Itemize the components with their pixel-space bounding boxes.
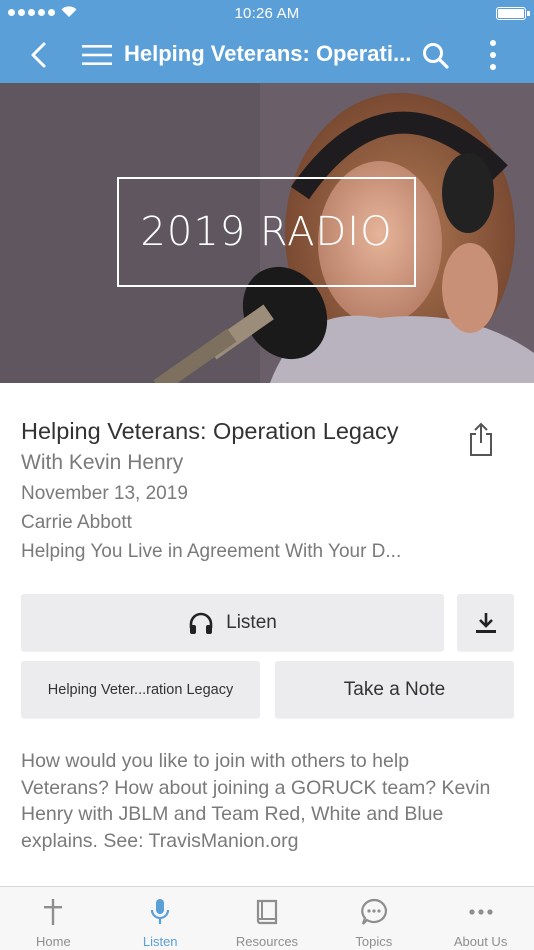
- tab-resources[interactable]: Resources: [214, 887, 321, 950]
- listen-button[interactable]: Listen: [21, 594, 444, 651]
- tab-listen-label: Listen: [142, 934, 178, 949]
- page-title: Helping Veterans: Operati...: [124, 41, 412, 66]
- download-button[interactable]: [457, 594, 514, 651]
- tab-about-us-label: About Us: [453, 934, 508, 949]
- search-icon[interactable]: [420, 40, 452, 70]
- listen-label: Listen: [226, 611, 277, 633]
- episode-subtitle: With Kevin Henry: [21, 451, 184, 474]
- tab-listen[interactable]: Listen: [107, 887, 214, 950]
- chat-bubble-icon: [360, 898, 387, 925]
- battery-icon: [496, 7, 530, 20]
- tab-topics-label: Topics: [355, 934, 393, 949]
- download-icon: [475, 612, 496, 633]
- take-note-label: Take a Note: [343, 678, 446, 700]
- cross-icon: [44, 899, 63, 925]
- share-icon[interactable]: [466, 420, 496, 458]
- badge-text: 2019 RADIO: [140, 209, 393, 255]
- status-bar: 10:26 AM: [0, 0, 534, 26]
- hero-image: 2019 RADIO: [0, 83, 534, 383]
- episode-info: Helping Veterans: Operation Legacy With …: [21, 415, 451, 566]
- series-button[interactable]: Helping Veter...ration Legacy: [21, 661, 260, 718]
- more-vertical-icon[interactable]: [478, 38, 508, 72]
- episode-title: Helping Veterans: Operation Legacy: [21, 418, 399, 444]
- status-time: 10:26 AM: [234, 5, 300, 22]
- episode-speaker[interactable]: Carrie Abbott: [21, 508, 451, 537]
- episode-series[interactable]: Helping You Live in Agreement With Your …: [21, 537, 451, 566]
- microphone-icon: [151, 899, 170, 924]
- navigation-bar: Helping Veterans: Operati...: [0, 26, 534, 83]
- episode-date: November 13, 2019: [21, 483, 188, 504]
- tab-bar: Home Listen Resources Topics About Us: [0, 886, 534, 950]
- tab-home-label: Home: [36, 934, 71, 949]
- back-chevron-icon[interactable]: [24, 40, 56, 70]
- more-horizontal-icon: [468, 909, 493, 915]
- tab-resources-label: Resources: [235, 934, 299, 949]
- headphones-icon: [189, 612, 213, 634]
- book-icon: [256, 899, 278, 925]
- episode-description: How would you like to join with others t…: [21, 750, 491, 852]
- take-note-button[interactable]: Take a Note: [275, 661, 514, 718]
- tab-about-us[interactable]: About Us: [427, 887, 534, 950]
- tab-home[interactable]: Home: [0, 887, 107, 950]
- tab-topics[interactable]: Topics: [320, 887, 427, 950]
- radio-year-badge: 2019 RADIO: [117, 177, 416, 287]
- series-label: Helping Veter...ration Legacy: [47, 681, 234, 698]
- hamburger-menu-icon[interactable]: [80, 42, 114, 68]
